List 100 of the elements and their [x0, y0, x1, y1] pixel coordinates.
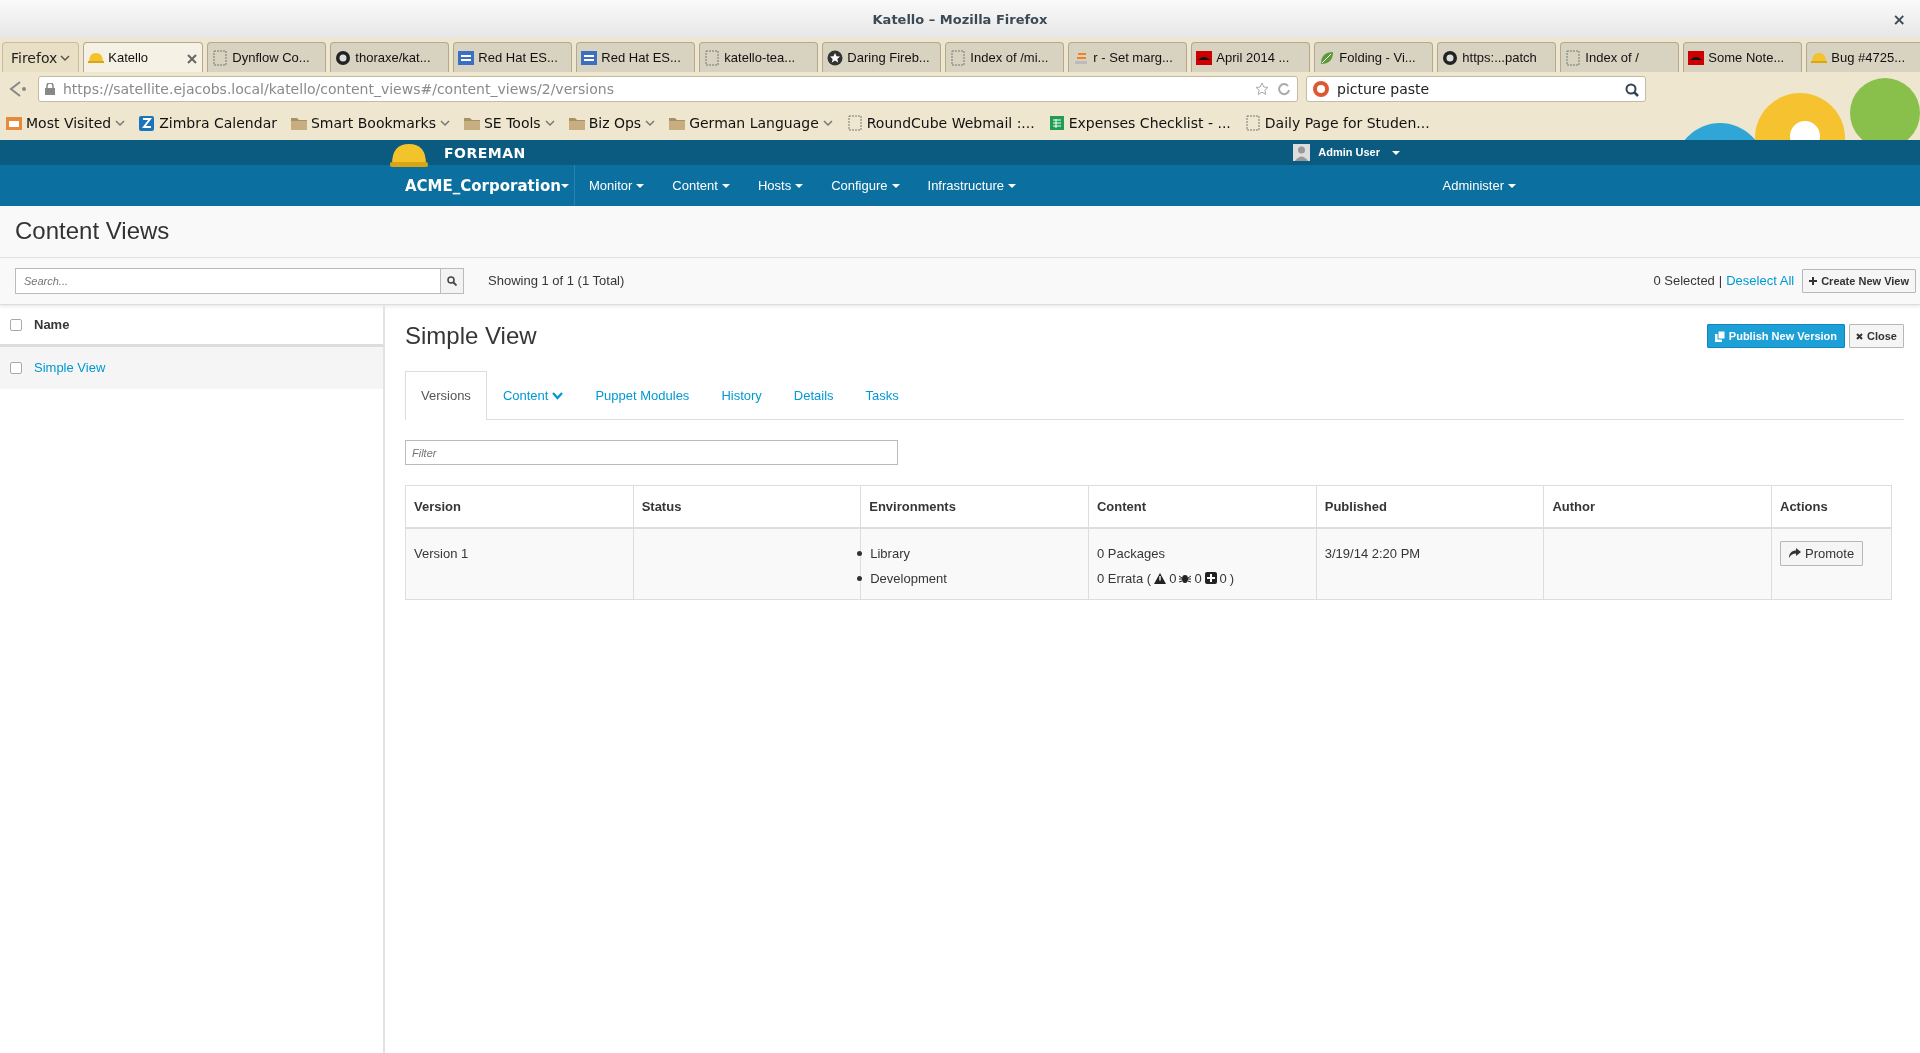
browser-tab[interactable]: Red Hat ES... — [576, 42, 696, 72]
bookmark[interactable]: Most Visited — [6, 115, 126, 131]
page-title: Content Views — [15, 217, 170, 246]
bookmark[interactable]: Biz Ops — [568, 115, 656, 131]
bug-icon — [1179, 572, 1192, 584]
leaf-icon — [1319, 49, 1336, 66]
promote-button[interactable]: Promote — [1780, 540, 1864, 566]
page-icon — [950, 49, 967, 66]
browser-tab[interactable]: Dynflow Co... — [207, 42, 327, 72]
result-count: Showing 1 of 1 (1 Total) — [488, 272, 625, 291]
duck-icon — [1313, 81, 1329, 97]
search-field[interactable]: Search... — [15, 268, 441, 294]
search-icon[interactable] — [1625, 83, 1639, 97]
close-icon[interactable] — [186, 52, 199, 65]
chevron-down-icon — [60, 53, 71, 62]
browser-tab[interactable]: Some Note... — [1683, 42, 1803, 72]
browser-tab[interactable]: Bug #4725... — [1806, 42, 1920, 72]
search-field[interactable]: picture paste — [1306, 76, 1646, 102]
plus-icon — [1809, 277, 1818, 285]
star-icon[interactable] — [1255, 82, 1269, 96]
address-bar[interactable]: https://satellite.ejacobs.local/katello/content_views#/content_views/2/versions — [38, 76, 1298, 102]
nav-menu[interactable]: Hosts — [743, 165, 818, 206]
table-cell-text: 0 Packages — [1096, 544, 1166, 563]
bookmark[interactable]: Smart Bookmarks — [290, 115, 450, 131]
bookmark[interactable]: Daily Page for Studen... — [1244, 115, 1430, 131]
column-header: Actions — [1771, 485, 1892, 528]
create-new-view-button[interactable]: Create New View — [1802, 269, 1916, 293]
bookmark[interactable]: RoundCube Webmail :... — [846, 115, 1035, 131]
table-cell-text: Library — [870, 544, 910, 563]
bookmark[interactable]: Zimbra Calendar — [139, 115, 277, 131]
browser-tab[interactable]: thoraxe/kat... — [330, 42, 450, 72]
warning-icon — [1154, 572, 1167, 584]
close-button[interactable]: × — [1892, 9, 1906, 29]
checkbox[interactable] — [10, 362, 22, 374]
nav-menu[interactable]: Configure — [817, 165, 914, 206]
brand-logo-text: FOREMAN — [444, 144, 526, 161]
table-cell-text: 0 — [1219, 569, 1227, 588]
browser-tab[interactable]: Folding - Vi... — [1314, 42, 1434, 72]
z-icon — [139, 115, 156, 131]
column-header: Version — [405, 485, 634, 528]
column-header: Environments — [860, 485, 1089, 528]
column-header: Published — [1316, 485, 1544, 528]
bullet-icon — [857, 575, 863, 581]
bookmark[interactable]: German Language — [669, 115, 833, 131]
github-icon — [335, 49, 352, 66]
browser-tab[interactable]: Index of /mi... — [945, 42, 1065, 72]
separator-text: | — [1718, 272, 1723, 291]
hat-icon — [1688, 49, 1705, 66]
page-icon — [1244, 115, 1261, 131]
browser-tab[interactable]: r - Set marg... — [1068, 42, 1188, 72]
table-cell-text: ) — [1229, 569, 1235, 588]
document-icon — [581, 49, 598, 66]
browser-tab[interactable]: Red Hat ES... — [453, 42, 573, 72]
plus-square-icon — [1204, 572, 1217, 584]
page-icon — [846, 115, 863, 131]
table-cell: Version 1 — [405, 527, 634, 599]
close-icon — [1856, 332, 1864, 340]
browser-tab[interactable]: https:...patch — [1437, 42, 1557, 72]
nav-menu[interactable]: Content — [658, 165, 744, 206]
chart-icon — [6, 115, 22, 131]
column-header: Status — [633, 485, 861, 528]
user-menu[interactable]: Admin User — [1293, 144, 1400, 161]
search-button[interactable] — [441, 268, 464, 294]
view-title: Simple View — [405, 321, 537, 351]
spreadsheet-icon — [1048, 115, 1065, 131]
github-icon — [1442, 49, 1459, 66]
bookmark[interactable]: SE Tools — [464, 115, 555, 131]
share-arrow-icon — [1789, 548, 1801, 558]
hat-icon — [1196, 49, 1213, 66]
selected-count: 0 Selected — [1653, 272, 1715, 291]
browser-tab[interactable]: Daring Fireb... — [822, 42, 942, 72]
nav-menu[interactable]: Infrastructure — [913, 165, 1031, 206]
table-cell-text: 0 — [1169, 569, 1177, 588]
page-icon — [212, 49, 229, 66]
table-cell: 3/19/14 2:20 PM — [1316, 527, 1544, 599]
bookmark[interactable]: Expenses Checklist - ... — [1048, 115, 1231, 131]
window-title: Katello – Mozilla Firefox — [872, 11, 1048, 27]
reload-icon[interactable] — [1277, 82, 1291, 96]
page-icon — [1565, 49, 1582, 66]
browser-tab[interactable]: katello-tea... — [699, 42, 819, 72]
browser-tab[interactable]: April 2014 ... — [1191, 42, 1311, 72]
bullet-icon — [857, 550, 863, 556]
column-header: Content — [1088, 485, 1317, 528]
search-icon — [447, 276, 457, 286]
tab[interactable]: Versions — [405, 371, 487, 420]
folder-icon — [669, 115, 686, 131]
nav-menu[interactable]: Monitor — [575, 165, 659, 206]
checkbox[interactable] — [10, 318, 22, 331]
close-button[interactable]: Close — [1849, 324, 1904, 348]
table-cell-text: Development — [870, 569, 947, 588]
copy-icon — [1714, 330, 1725, 342]
browser-tab[interactable]: Index of / — [1560, 42, 1680, 72]
browser-tab[interactable]: Katello — [83, 42, 204, 72]
lock-icon — [45, 83, 55, 95]
avatar-icon — [1293, 144, 1311, 161]
filter-field[interactable]: Filter — [405, 440, 898, 465]
nav-menu[interactable]: Administer — [1428, 165, 1530, 206]
folder-icon — [568, 115, 585, 131]
browser-menu-button[interactable]: Firefox — [2, 42, 80, 72]
column-header: Author — [1543, 485, 1772, 528]
